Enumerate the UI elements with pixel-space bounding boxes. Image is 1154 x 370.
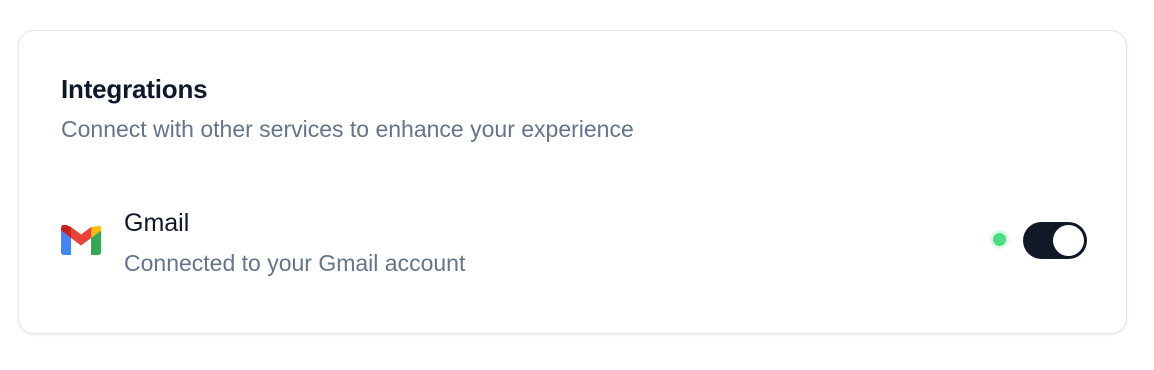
gmail-icon <box>61 224 101 255</box>
status-indicator-dot <box>993 233 1006 246</box>
toggle-knob <box>1053 225 1084 256</box>
integration-text: Gmail Connected to your Gmail account <box>124 203 465 283</box>
integration-row-gmail: Gmail Connected to your Gmail account <box>61 203 1087 283</box>
card-title: Integrations <box>61 74 208 104</box>
integrations-card: Integrations Connect with other services… <box>18 30 1127 334</box>
integration-name: Gmail <box>124 209 190 237</box>
gmail-integration-toggle[interactable] <box>1023 222 1087 259</box>
integration-description: Connected to your Gmail account <box>124 250 466 276</box>
card-subtitle: Connect with other services to enhance y… <box>61 116 634 142</box>
